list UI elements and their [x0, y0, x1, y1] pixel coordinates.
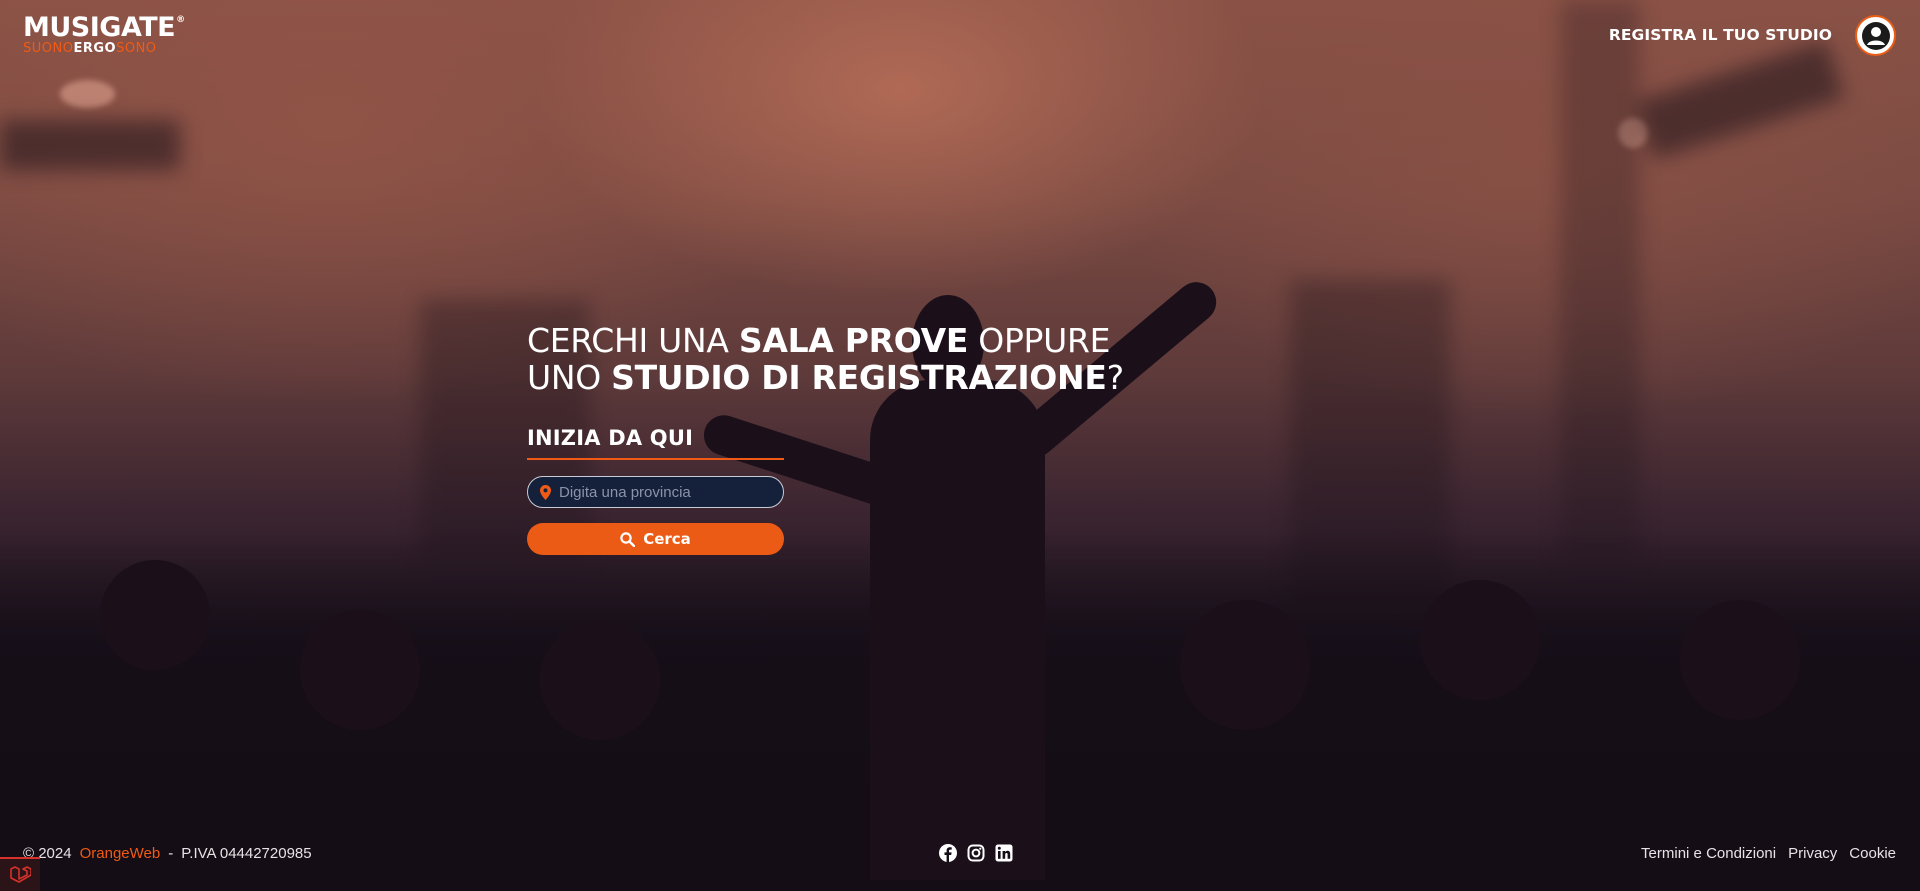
debugbar-toggle[interactable]	[0, 857, 40, 891]
vat-number: P.IVA 04442720985	[181, 845, 312, 862]
map-pin-icon	[540, 484, 551, 500]
hero-section: CERCHI UNA SALA PROVE OPPURE UNO STUDIO …	[527, 322, 1147, 555]
province-search-field[interactable]	[527, 476, 784, 508]
facebook-icon[interactable]	[939, 844, 957, 862]
footer-separator: -	[168, 845, 174, 862]
start-divider	[527, 458, 784, 460]
privacy-link[interactable]: Privacy	[1788, 845, 1837, 862]
terms-link[interactable]: Termini e Condizioni	[1641, 845, 1776, 862]
orangeweb-link[interactable]: OrangeWeb	[80, 845, 161, 862]
footer-copyright: © 2024 OrangeWeb - P.IVA 04442720985	[23, 845, 312, 862]
logo-wordmark: MUSIGATE ®	[23, 12, 185, 43]
register-studio-link[interactable]: REGISTRA IL TUO STUDIO	[1609, 26, 1832, 44]
province-search-input[interactable]	[559, 483, 759, 501]
user-circle-icon	[1861, 21, 1890, 50]
search-icon	[620, 531, 636, 547]
search-button[interactable]: Cerca	[527, 523, 784, 555]
social-links	[939, 844, 1013, 862]
logo[interactable]: MUSIGATE ® SUONOERGOSONO	[23, 14, 185, 55]
search-button-label: Cerca	[643, 530, 691, 548]
cookie-link[interactable]: Cookie	[1849, 845, 1896, 862]
user-account-button[interactable]	[1855, 15, 1896, 56]
hero-title: CERCHI UNA SALA PROVE OPPURE UNO STUDIO …	[527, 321, 1124, 397]
start-here-label: INIZIA DA QUI	[527, 426, 694, 450]
logo-tagline: SUONOERGOSONO	[23, 41, 157, 56]
laravel-icon	[10, 866, 31, 883]
footer-links: Termini e Condizioni Privacy Cookie	[1641, 845, 1896, 862]
linkedin-icon[interactable]	[995, 844, 1013, 862]
instagram-icon[interactable]	[967, 844, 985, 862]
